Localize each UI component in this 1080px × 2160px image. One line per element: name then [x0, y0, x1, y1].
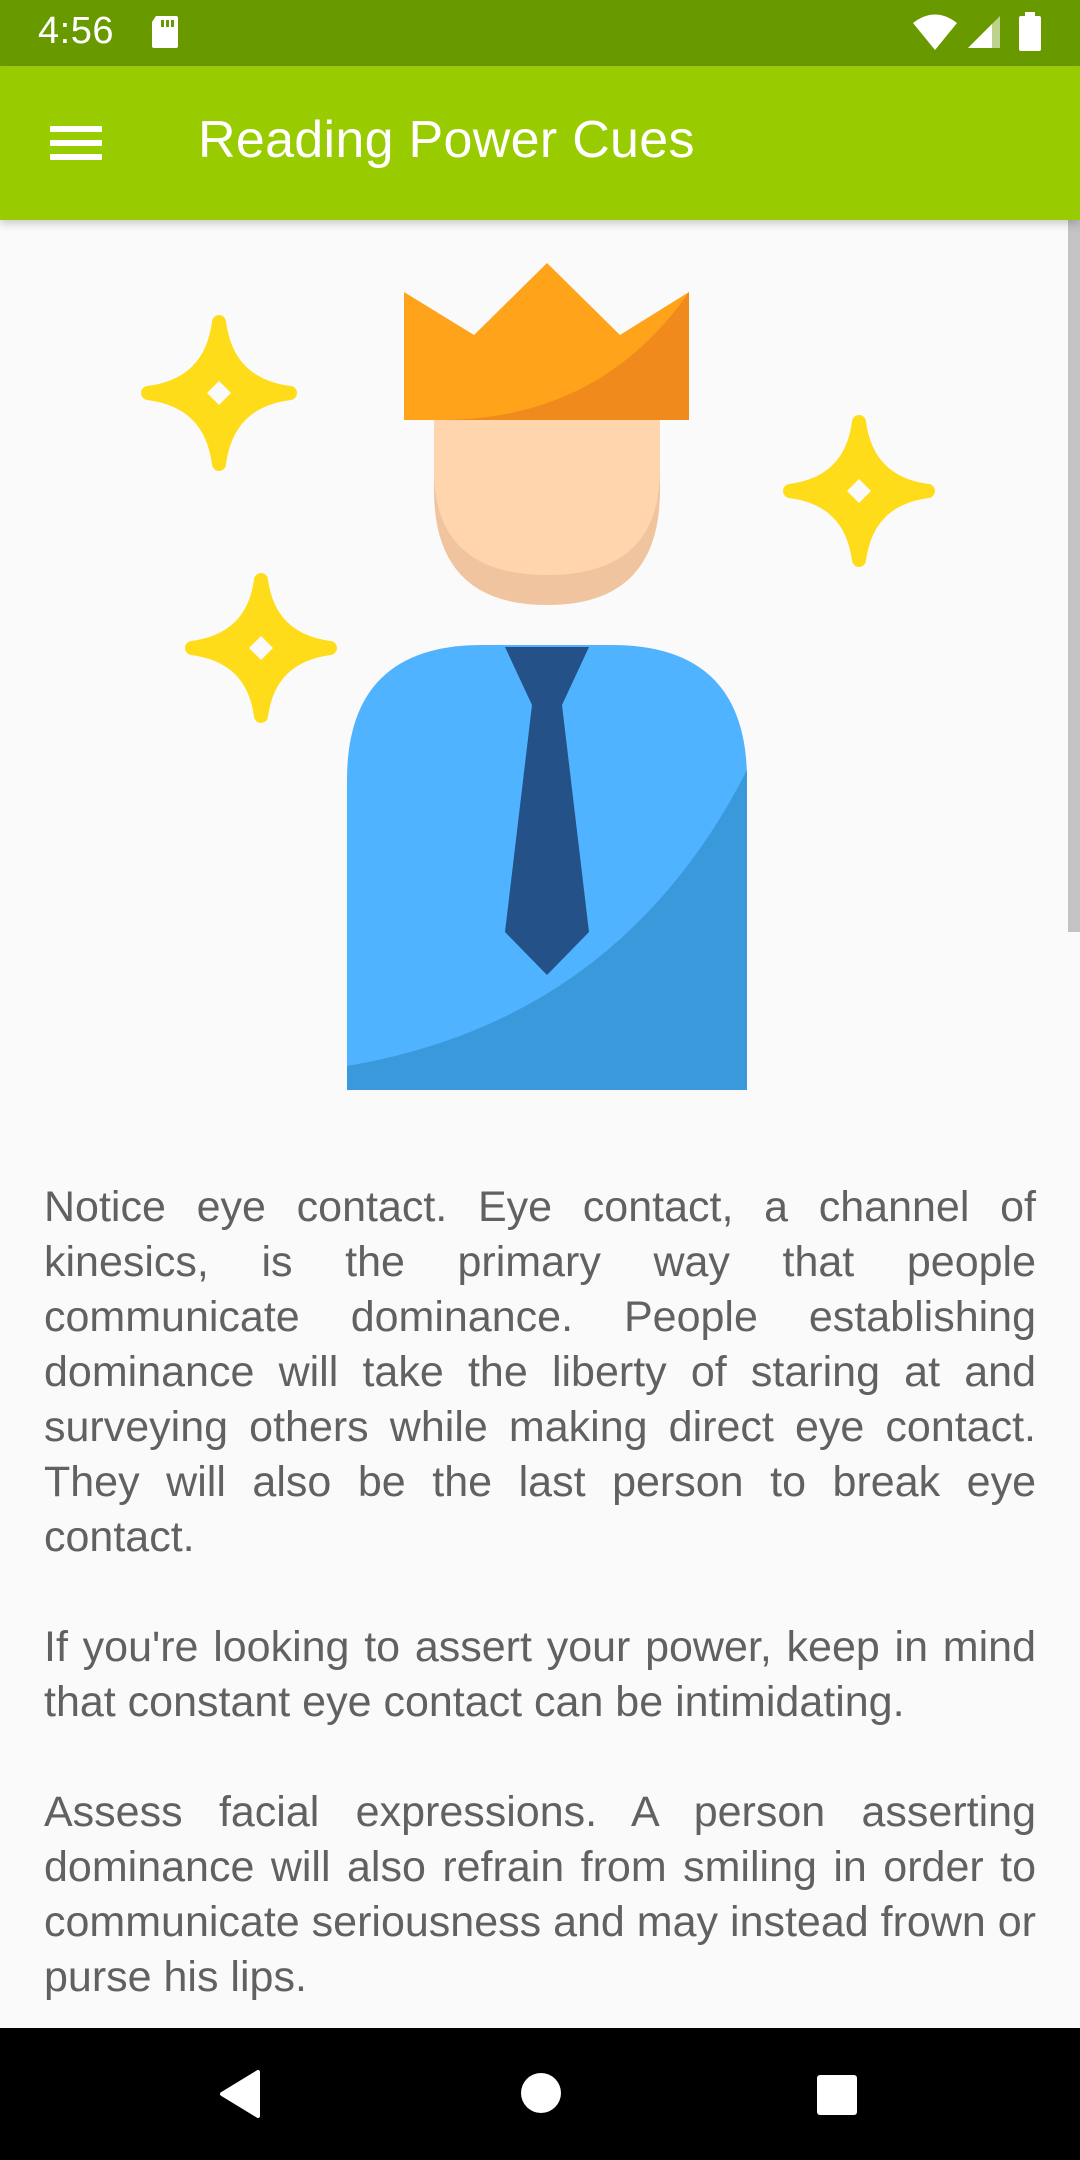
sparkle-icon — [783, 415, 935, 567]
sparkle-icon — [185, 573, 337, 723]
person-crown-illustration — [141, 263, 935, 1090]
paragraph: Assess facial expressions. A person asse… — [44, 1788, 1036, 2001]
back-icon[interactable] — [216, 2068, 266, 2120]
status-time: 4:56 — [38, 10, 114, 52]
home-icon[interactable] — [520, 2072, 562, 2114]
paragraph: If you're looking to assert your power, … — [44, 1623, 1036, 1726]
scrollbar[interactable] — [1068, 220, 1080, 932]
navigation-bar — [0, 2028, 1080, 2160]
paragraph: Notice eye contact. Eye contact, a chann… — [44, 1183, 1036, 1561]
app-bar: Reading Power Cues — [0, 66, 1080, 220]
wifi-icon — [913, 14, 957, 50]
app-screen: 4:56 Reading Power Cues Notice eye conta… — [0, 0, 1080, 2160]
status-bar: 4:56 — [0, 0, 1080, 66]
menu-button[interactable] — [40, 114, 112, 172]
sd-card-icon — [152, 16, 178, 48]
head-icon — [434, 400, 660, 605]
article-text: Notice eye contact. Eye contact, a chann… — [44, 1180, 1036, 2028]
content-scroll-area[interactable]: Notice eye contact. Eye contact, a chann… — [0, 220, 1080, 2028]
sparkle-icon — [141, 315, 297, 471]
crown-icon — [404, 263, 689, 420]
battery-icon — [1019, 12, 1041, 51]
app-title: Reading Power Cues — [198, 111, 695, 169]
cell-signal-icon — [968, 16, 1000, 48]
recent-apps-icon[interactable] — [816, 2074, 858, 2116]
